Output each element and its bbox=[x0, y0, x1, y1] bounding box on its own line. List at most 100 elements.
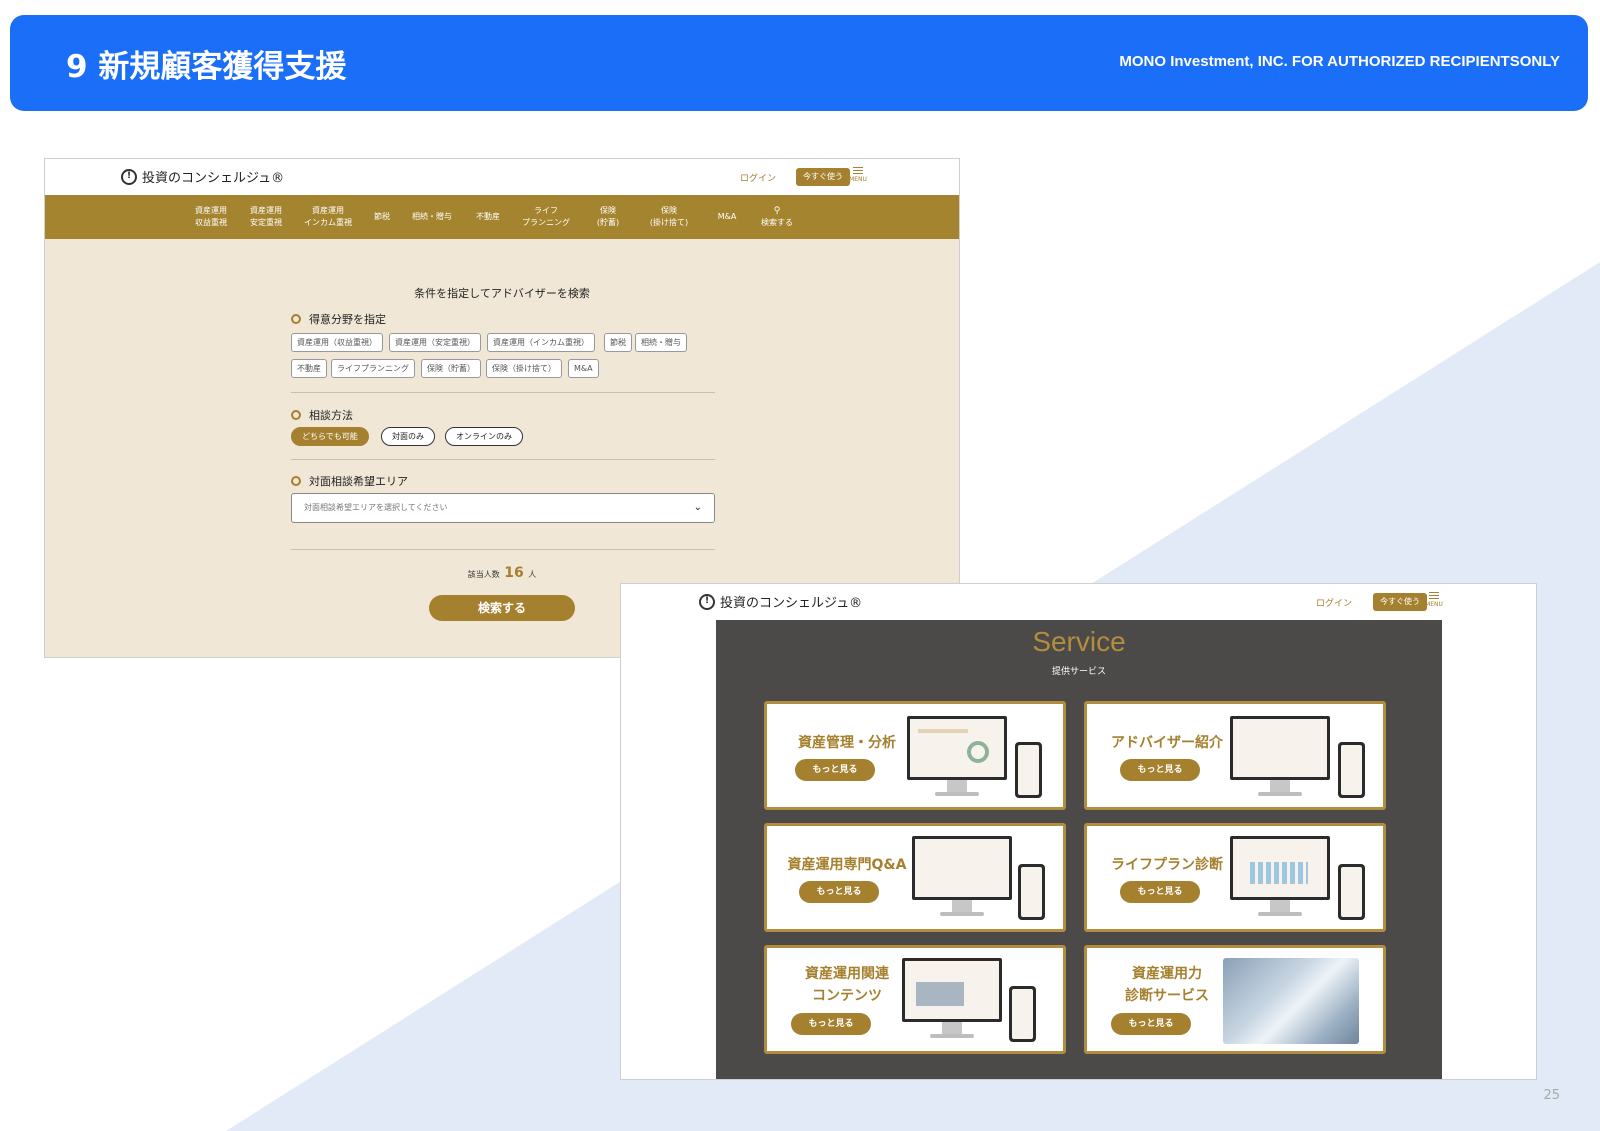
confidential-notice: MONO Investment, INC. FOR AUTHORIZED REC… bbox=[1119, 53, 1560, 70]
nav-item-inheritance[interactable]: 相続・贈与 bbox=[407, 195, 457, 239]
site-header: ! 投資のコンシェルジュ® ログイン 今すぐ使う MENU bbox=[45, 159, 959, 195]
nav-search-label: 検索する bbox=[761, 218, 793, 227]
service-card-contents[interactable]: 資産運用関連 コンテンツ もっと見る bbox=[764, 945, 1066, 1054]
login-link[interactable]: ログイン bbox=[740, 171, 776, 184]
match-count: 該当人数 16 人 bbox=[45, 565, 959, 581]
specialty-label: 得意分野を指定 bbox=[309, 313, 386, 326]
nav-item-search[interactable]: ⚲ 検索する bbox=[753, 195, 801, 239]
divider bbox=[291, 549, 715, 550]
desktop-mockup bbox=[912, 836, 1012, 918]
card-title: 資産運用力 診断サービス bbox=[1125, 966, 1209, 1004]
service-card-advisor-intro[interactable]: アドバイザー紹介 もっと見る bbox=[1084, 701, 1386, 810]
card-title: ライフプラン診断 bbox=[1111, 857, 1223, 873]
card-title: 資産運用関連 コンテンツ bbox=[805, 966, 889, 1004]
more-button[interactable]: もっと見る bbox=[1120, 881, 1200, 903]
chip-insurance-savings[interactable]: 保険（貯蓄） bbox=[421, 359, 481, 378]
chip-life-planning[interactable]: ライフプランニング bbox=[331, 359, 415, 378]
more-button[interactable]: もっと見る bbox=[1120, 759, 1200, 781]
chip-stability[interactable]: 資産運用（安定重視） bbox=[389, 333, 481, 352]
desktop-mockup bbox=[1230, 836, 1330, 918]
service-card-diagnosis[interactable]: 資産運用力 診断サービス もっと見る bbox=[1084, 945, 1386, 1054]
method-in-person[interactable]: 対面のみ bbox=[381, 427, 435, 446]
method-either[interactable]: どちらでも可能 bbox=[291, 427, 369, 446]
service-card-life-plan[interactable]: ライフプラン診断 もっと見る bbox=[1084, 823, 1386, 932]
card-title: 資産管理・分析 bbox=[798, 735, 896, 751]
concierge-logo-icon: ! bbox=[699, 593, 715, 610]
search-icon: ⚲ bbox=[773, 206, 781, 216]
concierge-logo-icon: ! bbox=[121, 168, 137, 185]
count-value: 16 bbox=[504, 565, 524, 581]
nav-item-insurance-term[interactable]: 保険 (掛け捨て) bbox=[643, 195, 695, 239]
phone-mockup bbox=[1015, 742, 1042, 798]
site-logo-text: 投資のコンシェルジュ® bbox=[720, 596, 863, 611]
search-button[interactable]: 検索する bbox=[429, 595, 575, 621]
hamburger-icon bbox=[1429, 592, 1439, 599]
diagnosis-photo bbox=[1223, 958, 1359, 1044]
login-link[interactable]: ログイン bbox=[1316, 596, 1352, 609]
area-label: 対面相談希望エリア bbox=[309, 475, 408, 488]
phone-mockup bbox=[1018, 864, 1045, 920]
site-logo-text: 投資のコンシェルジュ® bbox=[142, 171, 285, 186]
nav-item-stability[interactable]: 資産運用 安定重視 bbox=[244, 195, 288, 239]
card-title: アドバイザー紹介 bbox=[1111, 735, 1223, 751]
area-select[interactable]: 対面相談希望エリアを選択してください ⌄ bbox=[291, 493, 715, 523]
nav-item-tax[interactable]: 節税 bbox=[369, 195, 395, 239]
pin-icon bbox=[291, 314, 301, 324]
divider bbox=[291, 392, 715, 393]
headset-icon bbox=[291, 410, 301, 420]
slide-header: 9 新規顧客獲得支援 MONO Investment, INC. FOR AUT… bbox=[10, 15, 1588, 111]
page-number: 25 bbox=[1543, 1088, 1560, 1103]
specialty-heading: 得意分野を指定 bbox=[291, 311, 386, 327]
menu-button[interactable]: MENU bbox=[847, 167, 869, 183]
site-logo[interactable]: ! 投資のコンシェルジュ® bbox=[121, 167, 284, 186]
service-screenshot: ! 投資のコンシェルジュ® ログイン 今すぐ使う MENU Service 提供… bbox=[620, 583, 1537, 1080]
count-unit: 人 bbox=[528, 570, 537, 579]
chip-returns[interactable]: 資産運用（収益重視） bbox=[291, 333, 383, 352]
nav-item-insurance-savings[interactable]: 保険 (貯蓄) bbox=[591, 195, 625, 239]
phone-mockup bbox=[1009, 986, 1036, 1042]
chip-inheritance[interactable]: 相続・贈与 bbox=[635, 333, 687, 352]
nav-item-ma[interactable]: M&A bbox=[713, 195, 741, 239]
nav-item-real-estate[interactable]: 不動産 bbox=[471, 195, 505, 239]
nav-item-income[interactable]: 資産運用 インカム重視 bbox=[300, 195, 356, 239]
more-button[interactable]: もっと見る bbox=[791, 1013, 871, 1035]
count-prefix: 該当人数 bbox=[467, 570, 500, 579]
desktop-mockup bbox=[1230, 716, 1330, 798]
category-nav: 資産運用 収益重視 資産運用 安定重視 資産運用 インカム重視 節税 相続・贈与… bbox=[45, 195, 959, 239]
site-header: ! 投資のコンシェルジュ® ログイン 今すぐ使う MENU bbox=[621, 584, 1536, 620]
nav-item-life-planning[interactable]: ライフ プランニング bbox=[517, 195, 575, 239]
start-now-button[interactable]: 今すぐ使う bbox=[1373, 593, 1427, 611]
phone-mockup bbox=[1338, 864, 1365, 920]
more-button[interactable]: もっと見る bbox=[795, 759, 875, 781]
divider bbox=[291, 459, 715, 460]
nav-item-returns[interactable]: 資産運用 収益重視 bbox=[189, 195, 233, 239]
chip-insurance-term[interactable]: 保険（掛け捨て） bbox=[486, 359, 562, 378]
service-subtitle: 提供サービス bbox=[1051, 667, 1106, 677]
more-button[interactable]: もっと見る bbox=[1111, 1013, 1191, 1035]
menu-label: MENU bbox=[849, 176, 867, 183]
chevron-down-icon: ⌄ bbox=[693, 502, 702, 513]
service-card-qa[interactable]: 資産運用専門Q&A もっと見る bbox=[764, 823, 1066, 932]
desktop-mockup bbox=[907, 716, 1007, 798]
desktop-mockup bbox=[902, 958, 1002, 1040]
area-placeholder: 対面相談希望エリアを選択してください bbox=[304, 503, 448, 512]
menu-label: MENU bbox=[1425, 601, 1443, 608]
chip-real-estate[interactable]: 不動産 bbox=[291, 359, 327, 378]
chip-income[interactable]: 資産運用（インカム重視） bbox=[487, 333, 595, 352]
method-online[interactable]: オンラインのみ bbox=[445, 427, 523, 446]
card-title: 資産運用専門Q&A bbox=[787, 857, 907, 873]
start-now-button[interactable]: 今すぐ使う bbox=[796, 168, 850, 186]
hamburger-icon bbox=[853, 167, 863, 174]
method-label: 相談方法 bbox=[309, 409, 353, 422]
service-section: Service 提供サービス 資産管理・分析 もっと見る アドバイザー紹介 もっ bbox=[716, 620, 1442, 1079]
service-title: Service bbox=[1032, 626, 1126, 657]
area-heading: 対面相談希望エリア bbox=[291, 473, 408, 489]
site-logo[interactable]: ! 投資のコンシェルジュ® bbox=[699, 592, 862, 611]
slide-title: 9 新規顧客獲得支援 bbox=[66, 49, 347, 85]
chip-ma[interactable]: M&A bbox=[568, 359, 599, 378]
chip-tax[interactable]: 節税 bbox=[604, 333, 632, 352]
more-button[interactable]: もっと見る bbox=[799, 881, 879, 903]
service-card-asset-management[interactable]: 資産管理・分析 もっと見る bbox=[764, 701, 1066, 810]
search-heading: 条件を指定してアドバイザーを検索 bbox=[414, 287, 590, 300]
menu-button[interactable]: MENU bbox=[1423, 592, 1445, 608]
